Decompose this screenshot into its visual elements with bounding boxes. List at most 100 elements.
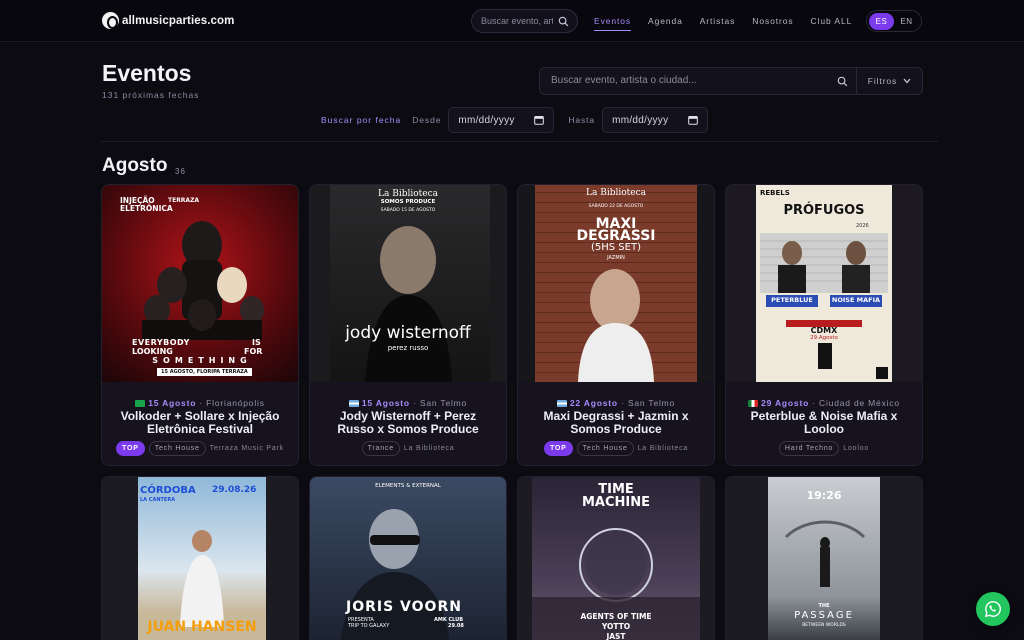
event-tags: TOP Tech House La Biblioteca <box>518 441 714 456</box>
event-poster: 19:26 THE PASSAGE BETWEEN WORLDS <box>726 477 922 640</box>
event-date: 22 Agosto <box>569 398 618 408</box>
top-navbar: allmusicparties.com Eventos Agenda Artis… <box>0 0 1024 42</box>
lang-es-button[interactable]: ES <box>869 12 894 30</box>
poster-line2: DEGRASSI <box>576 228 656 244</box>
event-title: Maxi Degrassi + Jazmin x Somos Produce <box>543 409 689 436</box>
poster-artist: JUAN HANSEN <box>147 619 257 635</box>
event-poster: La Biblioteca SOMOS PRODUCE SABADO 15 DE… <box>310 185 506 382</box>
filters-button[interactable]: Filtros <box>856 68 922 94</box>
event-poster: INJEÇÃO ELETRÔNICA TERRAZA EVERYBODY IS L… <box>102 185 298 382</box>
whatsapp-button[interactable] <box>976 592 1010 626</box>
poster-l4: YOTTO <box>601 622 631 631</box>
event-tags: TOP Tech House Terraza Music Park <box>102 441 298 456</box>
logo-icon <box>102 12 119 29</box>
event-city: Ciudad de México <box>819 398 900 408</box>
whatsapp-icon <box>984 601 1001 618</box>
poster-city: CDMX <box>810 326 838 335</box>
from-label: Desde <box>412 115 442 125</box>
genre-tag[interactable]: Tech House <box>576 441 634 456</box>
event-card[interactable]: CÓRDOBA LA CANTERA 29.08.26 JUAN HANSEN <box>101 476 299 640</box>
event-title: Volkoder + Sollare x Injeção Eletrônica … <box>120 409 280 436</box>
poster-title2: PASSAGE <box>794 610 854 621</box>
poster-line3: (5HS SET) <box>591 242 641 253</box>
poster-date: SABADO 15 DE AGOSTO <box>380 208 436 213</box>
poster-side: TERRAZA <box>168 197 200 204</box>
top-badge: TOP <box>116 441 145 456</box>
date-filter: Buscar por fecha Desde mm/dd/yyyy Hasta … <box>321 107 722 133</box>
chevron-down-icon <box>903 78 911 84</box>
event-meta: 15 Agosto · San Telmo <box>310 398 506 408</box>
event-card[interactable]: La Biblioteca SABADO 22 DE AGOSTO MAXI D… <box>517 184 715 466</box>
event-card[interactable]: REBELS PRÓFUGOS 2026 PETERBLUE NOISE MAF… <box>725 184 923 466</box>
event-search-input[interactable] <box>551 75 831 86</box>
poster-line3: SOMETHING <box>152 356 252 365</box>
poster-graphic <box>180 530 224 627</box>
venue-label: Terraza Music Park <box>209 445 284 452</box>
event-date: 15 Agosto <box>361 398 410 408</box>
poster-support: JAZMIN <box>607 255 625 261</box>
poster-name1: PETERBLUE <box>771 296 813 304</box>
nav-links: Eventos Agenda Artistas Nosotros Club AL… <box>594 16 869 31</box>
search-icon[interactable] <box>837 76 848 87</box>
genre-tag[interactable]: Hard Techno <box>778 441 840 456</box>
page-subtitle: 131 próximas fechas <box>102 90 200 100</box>
event-city: Florianópolis <box>206 398 265 408</box>
calendar-icon[interactable] <box>534 115 545 125</box>
poster-year: 2026 <box>856 223 869 229</box>
search-icon[interactable] <box>558 16 569 27</box>
poster-date: SABADO 22 DE AGOSTO <box>588 204 644 209</box>
poster-line2: LA CANTERA <box>140 497 176 503</box>
nav-link-artistas[interactable]: Artistas <box>700 16 736 31</box>
calendar-icon[interactable] <box>688 115 698 125</box>
poster-name2: NOISE MAFIA <box>831 296 881 304</box>
nav-search-input[interactable] <box>481 16 553 26</box>
poster-footer: 15 AGOSTO, FLORIPA TERRAZA <box>157 368 252 376</box>
event-card[interactable]: La Biblioteca SOMOS PRODUCE SABADO 15 DE… <box>309 184 507 466</box>
flag-argentina-icon <box>556 400 567 407</box>
event-title: Jody Wisternoff + Perez Russo x Somos Pr… <box>337 409 479 436</box>
lang-en-button[interactable]: EN <box>894 13 919 30</box>
event-card[interactable]: INJEÇÃO ELETRÔNICA TERRAZA EVERYBODY IS L… <box>101 184 299 466</box>
month-heading: Agosto <box>102 155 168 176</box>
genre-tag[interactable]: Trance <box>361 441 400 456</box>
venue-label: La Biblioteca <box>403 445 455 452</box>
month-count: 36 <box>175 167 186 176</box>
nav-link-agenda[interactable]: Agenda <box>648 16 683 31</box>
poster-brand: REBELS <box>760 189 790 197</box>
filters-label: Filtros <box>867 76 898 86</box>
venue-label: La Biblioteca <box>637 445 689 452</box>
to-date-input[interactable]: mm/dd/yyyy <box>602 107 709 133</box>
event-search-box: Filtros <box>539 67 923 95</box>
poster-graphic <box>578 269 654 382</box>
nav-search-box <box>471 9 578 33</box>
genre-tag[interactable]: Tech House <box>148 441 206 456</box>
poster-title: THE <box>818 603 830 609</box>
page-title: Eventos <box>102 60 192 86</box>
poster-line1: CÓRDOBA <box>140 485 196 496</box>
event-card[interactable]: ELEMENTS & EXTERNAL JORIS VOORN PRESENTA… <box>309 476 507 640</box>
poster-time: 19:26 <box>806 489 842 502</box>
poster-sub: BETWEEN WORLDS <box>802 623 846 628</box>
poster-line2: LOOKING <box>132 347 173 356</box>
event-card[interactable]: 19:26 THE PASSAGE BETWEEN WORLDS <box>725 476 923 640</box>
event-date: 29 Agosto <box>761 398 810 408</box>
from-date-input[interactable]: mm/dd/yyyy <box>448 107 555 133</box>
poster-line2: MACHINE <box>581 495 650 510</box>
nav-link-eventos[interactable]: Eventos <box>594 16 632 31</box>
poster-graphic <box>365 226 452 382</box>
event-meta: 29 Agosto · Ciudad de México <box>726 398 922 408</box>
poster-l5: JAST <box>606 632 626 640</box>
event-poster: CÓRDOBA LA CANTERA 29.08.26 JUAN HANSEN <box>102 477 298 640</box>
event-card[interactable]: TIME MACHINE AGENTS OF TIME YOTTO JAST <box>517 476 715 640</box>
poster-date: 29.08.26 <box>212 485 257 495</box>
poster-line1: EVERYBODY <box>132 338 190 347</box>
brand-logo[interactable]: allmusicparties.com <box>102 12 234 29</box>
event-poster: La Biblioteca SABADO 22 DE AGOSTO MAXI D… <box>518 185 714 382</box>
nav-link-nosotros[interactable]: Nosotros <box>752 16 793 31</box>
event-title: Peterblue & Noise Mafia x Looloo <box>750 409 898 436</box>
poster-line1b: IS <box>252 338 261 347</box>
poster-brand: INJEÇÃO ELETRÔNICA <box>120 196 173 213</box>
poster-line2b: FOR <box>244 347 263 356</box>
nav-link-club-all[interactable]: Club ALL <box>811 16 853 31</box>
poster-head: La Biblioteca <box>378 189 438 199</box>
